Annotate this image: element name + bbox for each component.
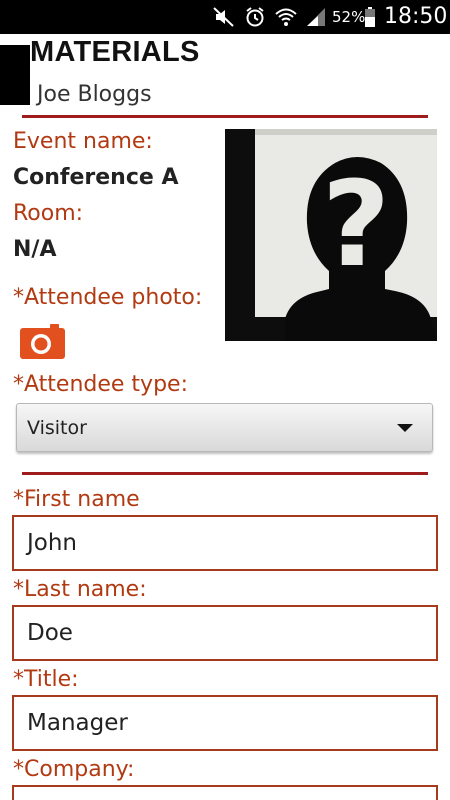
attendee-type-label: *Attendee type: bbox=[13, 372, 188, 397]
camera-button[interactable] bbox=[19, 323, 66, 360]
status-bar: 52% 18:50 bbox=[0, 0, 450, 34]
page-title: MATERIALS bbox=[30, 36, 200, 68]
last-name-value: Doe bbox=[27, 620, 73, 646]
attendee-type-value: Visitor bbox=[27, 417, 87, 439]
title-label: *Title: bbox=[13, 667, 79, 692]
wifi-icon bbox=[273, 6, 299, 28]
last-name-label: *Last name: bbox=[13, 577, 147, 602]
header-marker bbox=[0, 45, 30, 105]
company-input[interactable] bbox=[12, 785, 438, 800]
first-name-label: *First name bbox=[13, 487, 140, 512]
camera-icon bbox=[20, 324, 65, 359]
alarm-icon bbox=[243, 6, 267, 28]
room-value: N/A bbox=[13, 237, 57, 262]
svg-text:?: ? bbox=[322, 155, 390, 293]
last-name-input[interactable]: Doe bbox=[12, 605, 438, 661]
signal-icon bbox=[304, 6, 328, 28]
dropdown-arrow-icon bbox=[397, 424, 413, 432]
mute-icon bbox=[212, 6, 236, 28]
attendee-photo[interactable]: ? bbox=[225, 129, 437, 341]
battery-percent: 52% bbox=[332, 8, 366, 26]
clock: 18:50 bbox=[384, 4, 448, 29]
user-name: Joe Bloggs bbox=[37, 82, 152, 107]
attendee-type-select[interactable]: Visitor bbox=[16, 403, 433, 452]
room-label: Room: bbox=[13, 201, 84, 226]
event-name-value: Conference A bbox=[13, 165, 179, 190]
title-input[interactable]: Manager bbox=[12, 695, 438, 751]
battery-icon bbox=[364, 6, 376, 28]
section-divider bbox=[22, 472, 428, 475]
attendee-photo-label: *Attendee photo: bbox=[13, 285, 203, 310]
title-value: Manager bbox=[27, 710, 128, 736]
first-name-input[interactable]: John bbox=[12, 515, 438, 571]
placeholder-silhouette-icon: ? bbox=[225, 129, 437, 341]
company-label: *Company: bbox=[13, 757, 135, 782]
first-name-value: John bbox=[27, 530, 78, 556]
header-divider bbox=[22, 115, 428, 118]
event-name-label: Event name: bbox=[13, 129, 153, 154]
